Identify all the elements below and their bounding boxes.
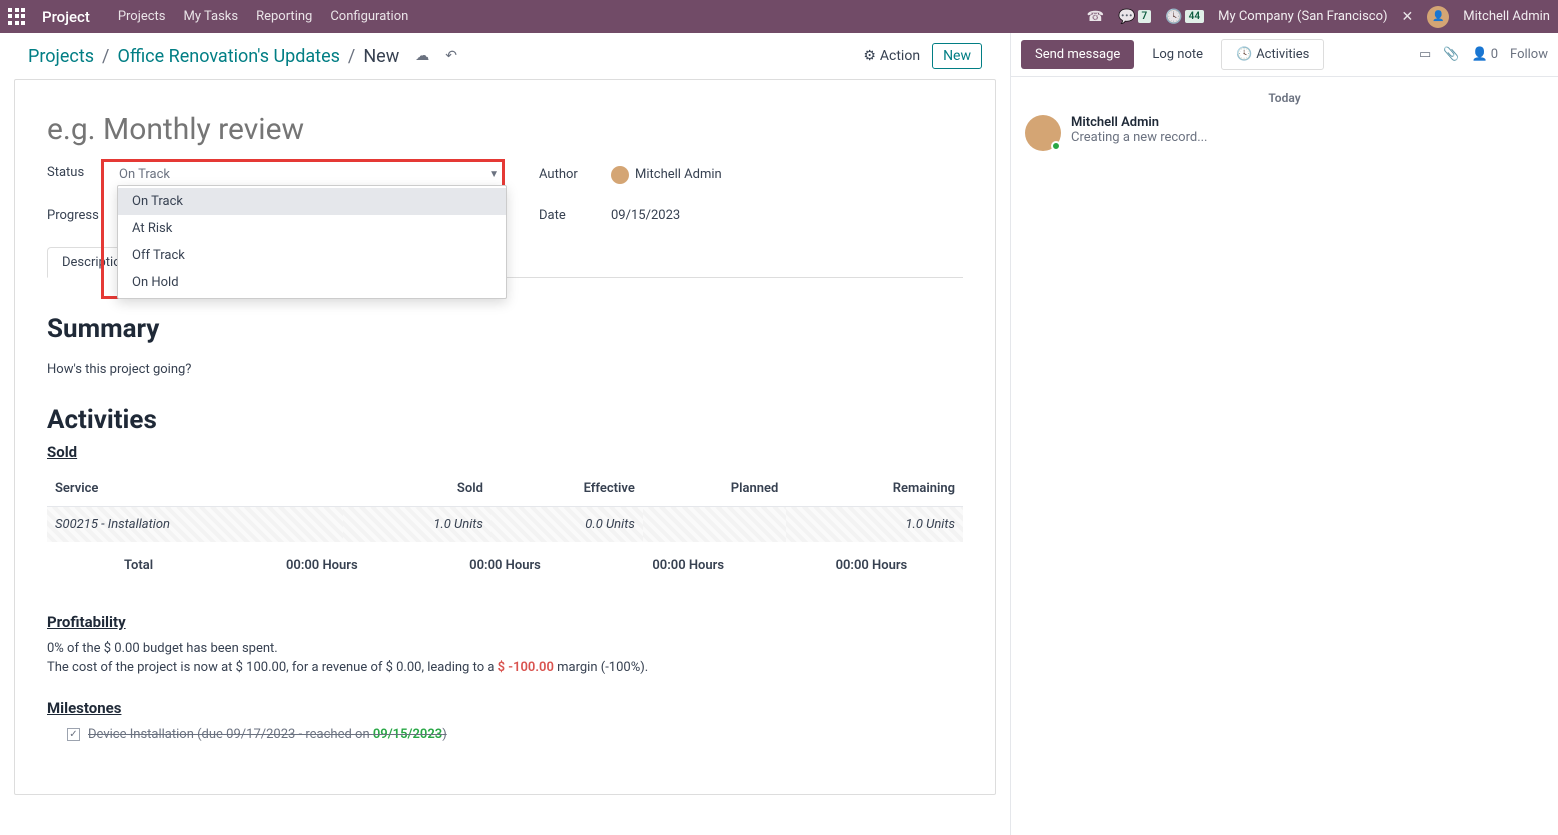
total-remaining: 00:00 Hours (780, 558, 963, 573)
message-author: Mitchell Admin (1071, 115, 1208, 130)
total-planned: 00:00 Hours (597, 558, 780, 573)
sold-table: Service Sold Effective Planned Remaining… (47, 471, 963, 542)
profitability-heading: Profitability (47, 613, 963, 631)
nav-reporting[interactable]: Reporting (256, 9, 312, 24)
date-value: 09/15/2023 (611, 208, 680, 223)
status-select[interactable]: On Track ▼ (119, 165, 499, 184)
date-label: Date (539, 208, 599, 223)
th-planned: Planned (643, 471, 787, 507)
status-option-on-track[interactable]: On Track (118, 188, 506, 215)
clock-icon: 🕓 (1236, 47, 1252, 62)
margin-value: $ -100.00 (498, 660, 554, 675)
date-separator: Today (1025, 91, 1544, 105)
status-value: On Track (119, 167, 170, 182)
chevron-down-icon: ▼ (489, 169, 499, 180)
top-navbar: Project Projects My Tasks Reporting Conf… (0, 0, 1558, 33)
cloud-icon[interactable]: ☁ (415, 48, 429, 64)
company-selector[interactable]: My Company (San Francisco) (1218, 9, 1387, 24)
cell-service: S00215 - Installation (47, 507, 343, 543)
profit-line-1: 0% of the $ 0.00 budget has been spent. (47, 641, 963, 656)
presence-dot-icon (1051, 141, 1061, 151)
gear-icon: ⚙ (863, 48, 876, 64)
total-sold: 00:00 Hours (230, 558, 413, 573)
status-option-at-risk[interactable]: At Risk (118, 215, 506, 242)
open-icon[interactable]: ▭ (1419, 47, 1431, 62)
author-value: Mitchell Admin (635, 167, 722, 182)
status-label: Status (47, 165, 107, 180)
message-text: Creating a new record... (1071, 130, 1208, 145)
th-service: Service (47, 471, 343, 507)
breadcrumb-updates[interactable]: Office Renovation's Updates (117, 46, 339, 67)
cell-effective: 0.0 Units (491, 507, 643, 543)
nav-projects[interactable]: Projects (118, 9, 166, 24)
progress-label: Progress (47, 208, 107, 223)
breadcrumb-current: New (363, 46, 399, 67)
cell-remaining: 1.0 Units (786, 507, 963, 543)
profit-line-2: The cost of the project is now at $ 100.… (47, 660, 963, 675)
summary-heading: Summary (47, 314, 963, 344)
breadcrumb-sep: / (102, 46, 109, 67)
title-input[interactable] (47, 112, 963, 147)
milestones-heading: Milestones (47, 699, 963, 717)
attachment-icon[interactable]: 📎 (1443, 47, 1459, 62)
user-avatar-icon[interactable]: 👤 (1427, 6, 1449, 28)
action-menu[interactable]: ⚙Action (863, 48, 920, 64)
status-dropdown-list: On Track At Risk Off Track On Hold (117, 185, 507, 299)
new-button[interactable]: New (932, 43, 982, 69)
chatter-panel: Send message Log note 🕓Activities ▭ 📎 👤0… (1010, 33, 1558, 835)
milestone-item: ✓ Device Installation (due 09/17/2023 - … (47, 727, 963, 742)
summary-question: How's this project going? (47, 362, 963, 377)
messages-icon[interactable]: 💬7 (1118, 9, 1151, 25)
status-option-off-track[interactable]: Off Track (118, 242, 506, 269)
form-sheet: Status On Track ▼ On Track At Risk Off T… (14, 79, 996, 795)
milestone-text: Device Installation (due 09/17/2023 - re… (88, 727, 447, 742)
debug-icon[interactable]: ✕ (1402, 9, 1414, 25)
th-sold: Sold (343, 471, 491, 507)
total-effective: 00:00 Hours (413, 558, 596, 573)
cell-planned (643, 507, 787, 543)
action-bar: Projects / Office Renovation's Updates /… (14, 33, 996, 79)
milestone-checkbox[interactable]: ✓ (67, 728, 80, 741)
breadcrumb-projects[interactable]: Projects (28, 46, 94, 67)
message-avatar-icon (1025, 115, 1061, 151)
activities-heading: Activities (47, 405, 963, 435)
chatter-message: Mitchell Admin Creating a new record... (1025, 115, 1544, 151)
send-message-button[interactable]: Send message (1021, 40, 1134, 69)
follow-button[interactable]: Follow (1510, 47, 1548, 62)
author-avatar-icon (611, 166, 629, 184)
author-label: Author (539, 167, 599, 182)
log-note-button[interactable]: Log note (1138, 40, 1217, 69)
totals-row: Total 00:00 Hours 00:00 Hours 00:00 Hour… (47, 558, 963, 573)
activities-badge: 44 (1185, 10, 1204, 23)
nav-my-tasks[interactable]: My Tasks (184, 9, 239, 24)
messages-badge: 7 (1138, 10, 1152, 23)
followers-count[interactable]: 👤0 (1472, 47, 1499, 62)
undo-icon[interactable]: ↶ (445, 48, 457, 64)
cell-sold: 1.0 Units (343, 507, 491, 543)
total-label: Total (47, 558, 230, 573)
user-name[interactable]: Mitchell Admin (1463, 9, 1550, 24)
status-option-on-hold[interactable]: On Hold (118, 269, 506, 296)
th-remaining: Remaining (786, 471, 963, 507)
nav-configuration[interactable]: Configuration (330, 9, 408, 24)
sold-heading: Sold (47, 443, 963, 461)
breadcrumb: Projects / Office Renovation's Updates /… (28, 46, 457, 67)
breadcrumb-sep: / (348, 46, 355, 67)
support-icon[interactable]: ☎ (1087, 9, 1104, 25)
brand-title: Project (42, 8, 90, 26)
apps-icon[interactable] (8, 8, 26, 26)
activities-icon[interactable]: 🕓44 (1165, 9, 1204, 25)
activities-button[interactable]: 🕓Activities (1221, 39, 1324, 70)
th-effective: Effective (491, 471, 643, 507)
table-row: S00215 - Installation 1.0 Units 0.0 Unit… (47, 507, 963, 543)
